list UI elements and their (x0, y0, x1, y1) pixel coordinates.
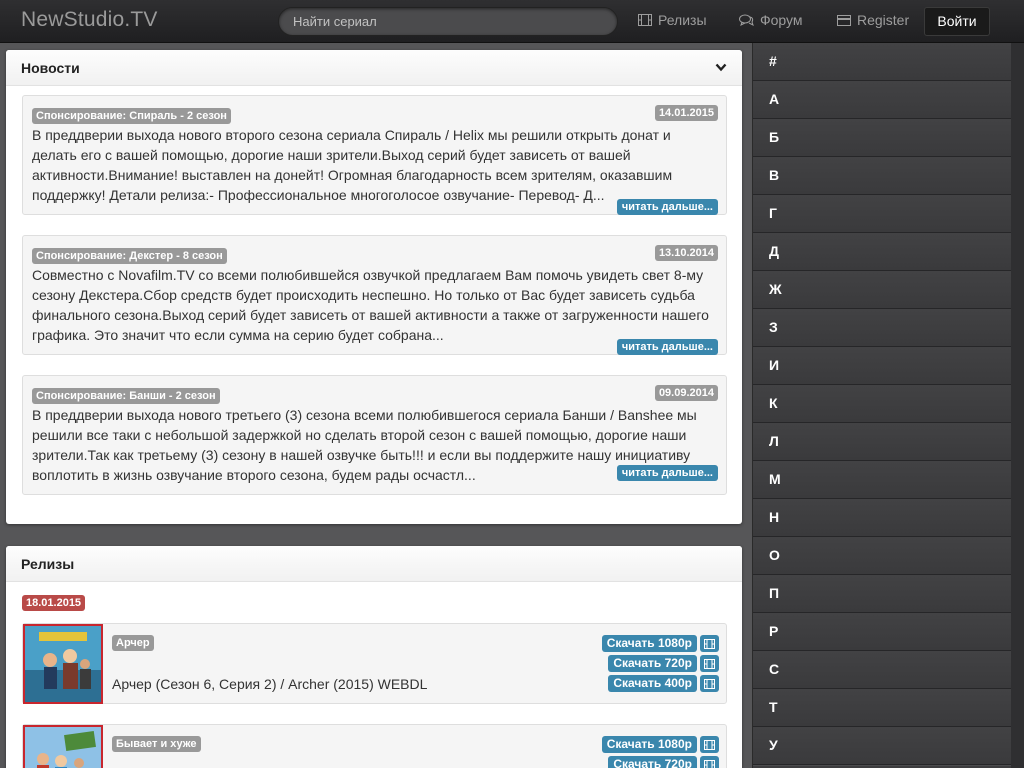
chevron-down-icon[interactable] (715, 63, 727, 72)
alphabet-item[interactable]: Н (753, 499, 1011, 537)
news-item-text: В преддверии выхода нового третьего (3) … (32, 407, 697, 483)
download-row: Скачать 720p (608, 756, 719, 768)
read-more-button[interactable]: читать дальше... (616, 199, 718, 215)
film-icon[interactable] (700, 635, 719, 652)
release-item: Бывает и хуже Скачать 1080p Скачать 720p (22, 724, 727, 768)
news-item-title[interactable]: Спонсирование: Банши - 2 сезон (32, 388, 220, 404)
news-item: Спонсирование: Банши - 2 сезон 09.09.201… (22, 375, 727, 495)
read-more-button[interactable]: читать дальше... (616, 339, 718, 355)
alphabet-item[interactable]: З (753, 309, 1011, 347)
alphabet-item[interactable]: Т (753, 689, 1011, 727)
news-item: Спонсирование: Декстер - 8 сезон 13.10.2… (22, 235, 727, 355)
alphabet-sidebar: # А Б В Г Д Ж З И К Л М Н О П Р С Т У (752, 43, 1024, 768)
news-item-title[interactable]: Спонсирование: Спираль - 2 сезон (32, 108, 231, 124)
releases-panel: Релизы 18.01.2015 Арчер Арчер (Сезон 6, … (6, 546, 742, 768)
nav-register-link[interactable]: Register (837, 12, 909, 28)
release-date-badge: 18.01.2015 (22, 595, 86, 611)
download-row: Скачать 720p (608, 655, 719, 672)
alphabet-item[interactable]: Д (753, 233, 1011, 271)
alphabet-item[interactable]: О (753, 537, 1011, 575)
alphabet-item[interactable]: П (753, 575, 1011, 613)
download-row: Скачать 1080p (601, 736, 719, 753)
search-input[interactable] (278, 7, 618, 36)
film-icon[interactable] (700, 736, 719, 753)
nav-forum-link[interactable]: Форум (739, 12, 803, 28)
film-icon (638, 14, 652, 26)
nav-releases-link[interactable]: Релизы (638, 12, 707, 28)
alphabet-item[interactable]: # (753, 43, 1011, 81)
alphabet-item[interactable]: У (753, 727, 1011, 765)
download-720p-button[interactable]: Скачать 720p (608, 655, 697, 672)
top-navbar: NewStudio.TV Релизы Форум Register Войти (0, 0, 1024, 43)
news-panel-title: Новости (21, 60, 80, 76)
nav-releases-label: Релизы (658, 12, 707, 28)
news-item-date: 14.01.2015 (654, 105, 718, 121)
alphabet-item[interactable]: Г (753, 195, 1011, 233)
releases-panel-title: Релизы (21, 556, 75, 572)
download-row: Скачать 400p (608, 675, 719, 692)
download-row: Скачать 1080p (601, 635, 719, 652)
download-1080p-button[interactable]: Скачать 1080p (601, 635, 697, 652)
news-item-text: Совместно с Novafilm.TV со всеми полюбив… (32, 267, 709, 343)
alphabet-item[interactable]: Ж (753, 271, 1011, 309)
download-720p-button[interactable]: Скачать 720p (608, 756, 697, 768)
credit-card-icon (837, 14, 851, 26)
news-panel-header: Новости (6, 50, 742, 86)
news-item-date: 09.09.2014 (654, 385, 718, 401)
news-item-title[interactable]: Спонсирование: Декстер - 8 сезон (32, 248, 227, 264)
alphabet-item[interactable]: В (753, 157, 1011, 195)
release-poster[interactable] (23, 624, 103, 704)
login-button[interactable]: Войти (924, 7, 990, 36)
film-icon[interactable] (700, 756, 719, 768)
releases-panel-header: Релизы (6, 546, 742, 582)
alphabet-item[interactable]: Р (753, 613, 1011, 651)
alphabet-item[interactable]: М (753, 461, 1011, 499)
alphabet-item[interactable]: Л (753, 423, 1011, 461)
download-1080p-button[interactable]: Скачать 1080p (601, 736, 697, 753)
sidebar-scrollbar[interactable] (1011, 43, 1024, 768)
poster-image (25, 727, 101, 768)
alphabet-item[interactable]: К (753, 385, 1011, 423)
film-icon[interactable] (700, 675, 719, 692)
poster-image (25, 626, 101, 702)
alphabet-item[interactable]: И (753, 347, 1011, 385)
release-tag[interactable]: Арчер (112, 635, 154, 651)
release-item: Арчер Арчер (Сезон 6, Серия 2) / Archer … (22, 623, 727, 704)
release-poster[interactable] (23, 725, 103, 768)
news-item: Спонсирование: Спираль - 2 сезон 14.01.2… (22, 95, 727, 215)
news-item-date: 13.10.2014 (654, 245, 718, 261)
brand-logo[interactable]: NewStudio.TV (21, 8, 158, 32)
nav-forum-label: Форум (760, 12, 803, 28)
read-more-button[interactable]: читать дальше... (616, 465, 718, 481)
news-panel: Новости Спонсирование: Спираль - 2 сезон… (6, 50, 742, 524)
news-item-text: В преддверии выхода нового второго сезон… (32, 127, 673, 203)
nav-register-label: Register (857, 12, 910, 28)
download-400p-button[interactable]: Скачать 400p (608, 675, 697, 692)
alphabet-item[interactable]: С (753, 651, 1011, 689)
comments-icon (739, 14, 754, 26)
alphabet-item[interactable]: А (753, 81, 1011, 119)
film-icon[interactable] (700, 655, 719, 672)
alphabet-item[interactable]: Б (753, 119, 1011, 157)
release-title[interactable]: Арчер (Сезон 6, Серия 2) / Archer (2015)… (112, 676, 427, 692)
release-tag[interactable]: Бывает и хуже (112, 736, 201, 752)
